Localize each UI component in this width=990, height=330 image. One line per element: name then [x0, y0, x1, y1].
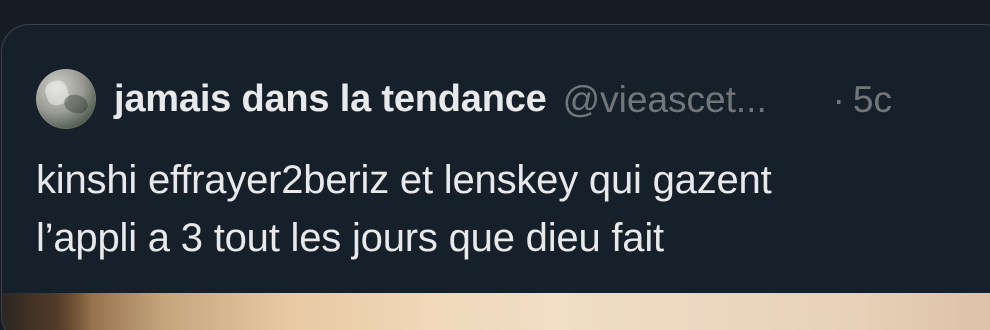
media-preview[interactable] — [2, 293, 990, 330]
handle[interactable]: @vieascet... — [563, 81, 823, 118]
timestamp[interactable]: 5c — [853, 81, 892, 118]
separator-dot: · — [832, 78, 845, 120]
screenshot-viewport: jamais dans la tendance @vieascet... · 5… — [0, 0, 990, 330]
display-name[interactable]: jamais dans la tendance — [114, 80, 547, 118]
tweet-text-line: l’appli a 3 tout les jours que dieu fait — [36, 216, 664, 260]
tweet-header: jamais dans la tendance @vieascet... · 5… — [36, 69, 892, 129]
tweet-text: kinshi effrayer2beriz et lenskey qui gaz… — [36, 151, 956, 267]
avatar[interactable] — [36, 69, 96, 129]
tweet-text-line: kinshi effrayer2beriz et lenskey qui gaz… — [36, 158, 772, 202]
quoted-tweet-card[interactable]: jamais dans la tendance @vieascet... · 5… — [1, 24, 990, 330]
